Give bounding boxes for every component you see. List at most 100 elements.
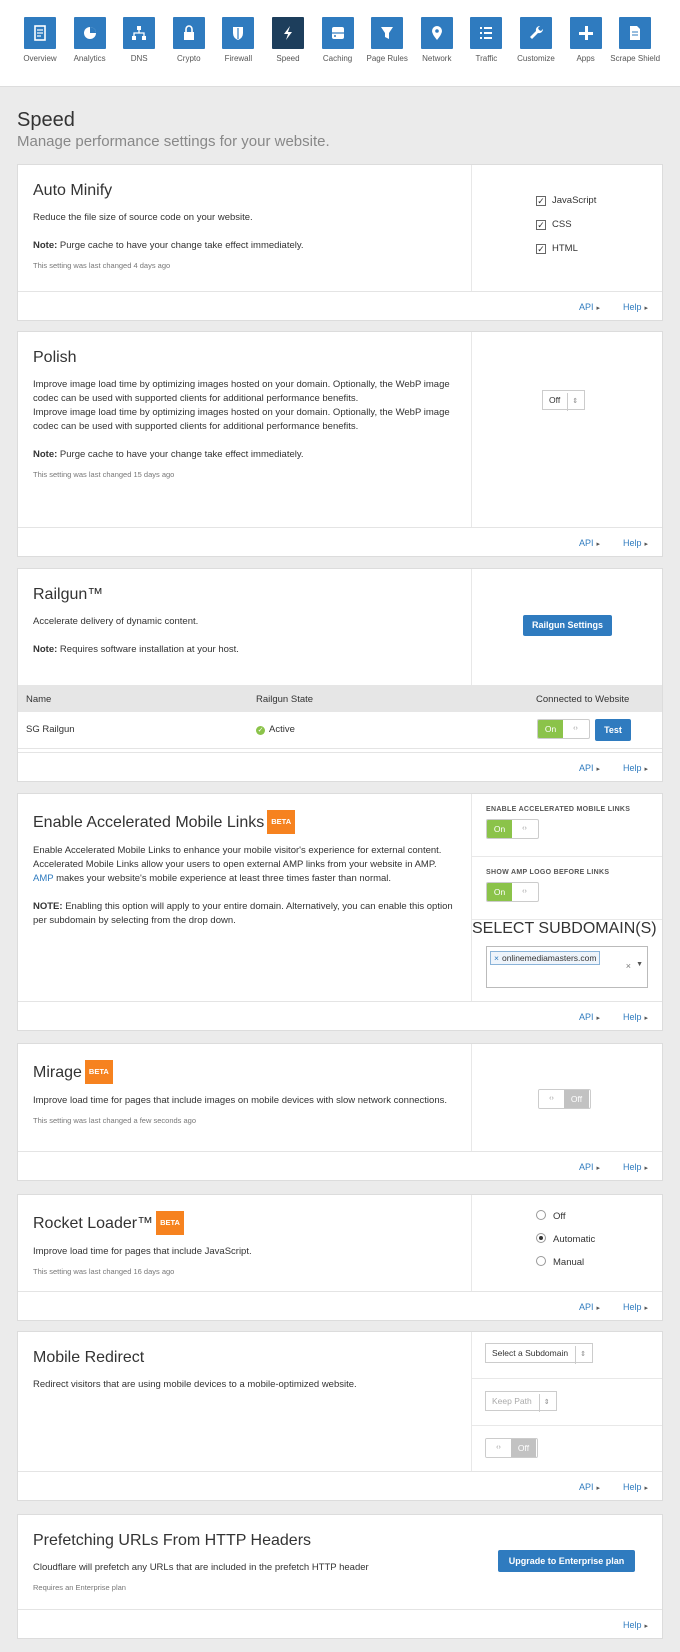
nav-item-scrape-shield[interactable]: Scrape Shield: [610, 17, 660, 77]
help-link[interactable]: Help ▸: [623, 1482, 648, 1492]
api-link[interactable]: API ▸: [579, 1302, 600, 1312]
enable-amp-toggle[interactable]: On ‹›: [486, 819, 539, 839]
dropdown-arrow-icon[interactable]: ▼: [636, 961, 643, 968]
nav-item-traffic[interactable]: Traffic: [461, 17, 511, 77]
keep-path-section: Keep Path ⇕: [472, 1379, 662, 1426]
api-link[interactable]: API ▸: [579, 538, 600, 548]
keep-path-select[interactable]: Keep Path ⇕: [485, 1391, 557, 1412]
checkbox-check-icon: ✓: [536, 244, 546, 254]
polish-info: Polish Improve image load time by optimi…: [18, 332, 471, 528]
help-link[interactable]: Help ▸: [623, 1620, 648, 1630]
railgun-settings-button[interactable]: Railgun Settings: [523, 615, 612, 636]
minify-javascript-checkbox[interactable]: ✓ JavaScript: [536, 195, 662, 219]
railgun-card: Railgun™ Accelerate delivery of dynamic …: [17, 568, 663, 782]
document-icon: [619, 17, 652, 49]
prefetch-requirement: Requires an Enterprise plan: [33, 1583, 126, 1592]
enable-amp-caption: ENABLE ACCELERATED MOBILE LINKS: [486, 806, 631, 813]
subdomain-section: SELECT SUBDOMAIN(S) × onlinemediamasters.…: [472, 920, 662, 1002]
nav-item-analytics[interactable]: Analytics: [65, 17, 115, 77]
auto-minify-card: Auto Minify Reduce the file size of sour…: [17, 164, 663, 321]
nav-label: Apps: [576, 54, 595, 63]
card-footer: API ▸ Help ▸: [18, 1001, 662, 1030]
table-row: SG Railgun ✓ Active On ‹› Test: [18, 712, 662, 749]
toggle-handle-icon: ‹›: [512, 883, 537, 901]
prefetch-card: Prefetching URLs From HTTP Headers Cloud…: [17, 1514, 663, 1639]
help-link[interactable]: Help ▸: [623, 302, 648, 312]
minify-html-checkbox[interactable]: ✓ HTML: [536, 243, 662, 267]
amp-logo-toggle[interactable]: On ‹›: [486, 882, 539, 902]
nav-item-apps[interactable]: Apps: [561, 17, 611, 77]
mirage-toggle[interactable]: ‹› Off: [538, 1089, 591, 1109]
card-footer: Help ▸: [18, 1609, 662, 1638]
help-link[interactable]: Help ▸: [623, 1012, 648, 1022]
nav-item-caching[interactable]: Caching: [313, 17, 363, 77]
toggle-handle-icon: ‹›: [563, 720, 588, 738]
clear-icon[interactable]: ×: [626, 961, 631, 971]
toggle-handle-icon: ‹›: [512, 820, 537, 838]
rocket-loader-title: Rocket Loader™ BETA: [33, 1211, 456, 1235]
amp-logo-section: SHOW AMP LOGO BEFORE LINKS On ‹›: [472, 857, 662, 920]
nav-item-dns[interactable]: DNS: [114, 17, 164, 77]
mobile-redirect-toggle[interactable]: ‹› Off: [485, 1438, 538, 1458]
nav-item-firewall[interactable]: Firewall: [213, 17, 263, 77]
select-arrows-icon: ⇕: [567, 393, 578, 411]
rocket-manual-radio[interactable]: Manual: [536, 1256, 662, 1279]
toggle-handle-icon: ‹›: [539, 1090, 564, 1108]
railgun-title: Railgun™: [33, 586, 104, 603]
api-link[interactable]: API ▸: [579, 1162, 600, 1172]
shield-icon: [222, 17, 255, 49]
mirage-description: Improve load time for pages that include…: [33, 1095, 447, 1106]
mobile-subdomain-select[interactable]: Select a Subdomain ⇕: [485, 1343, 593, 1364]
polish-controls: Off ⇕: [471, 332, 662, 528]
auto-minify-last-changed: This setting was last changed 4 days ago: [33, 261, 171, 270]
nav-label: Overview: [23, 54, 57, 63]
amp-link[interactable]: AMP: [33, 873, 53, 884]
api-link[interactable]: API ▸: [579, 1012, 600, 1022]
help-link[interactable]: Help ▸: [623, 1302, 648, 1312]
subdomain-tag: × onlinemediamasters.com: [490, 951, 601, 965]
remove-tag-icon[interactable]: ×: [494, 953, 499, 963]
top-navigation: Overview Analytics DNS Crypto Firewall Speed C…: [0, 0, 680, 87]
nav-item-speed[interactable]: Speed: [263, 17, 313, 77]
rocket-automatic-radio[interactable]: Automatic: [536, 1233, 662, 1256]
select-arrows-icon: ⇕: [538, 1394, 550, 1412]
nav-label: Network: [422, 54, 452, 63]
rocket-loader-last-changed: This setting was last changed 16 days ag…: [33, 1267, 175, 1276]
nav-item-page-rules[interactable]: Page Rules: [362, 17, 412, 77]
nav-label: Traffic: [475, 54, 498, 63]
upgrade-enterprise-button[interactable]: Upgrade to Enterprise plan: [498, 1550, 635, 1572]
api-link[interactable]: API ▸: [579, 302, 600, 312]
card-footer: API ▸ Help ▸: [18, 1471, 662, 1500]
nav-label: Page Rules: [366, 54, 408, 63]
enable-amp-section: ENABLE ACCELERATED MOBILE LINKS On ‹›: [472, 794, 662, 857]
column-header-connected: Connected to Website: [536, 694, 630, 705]
card-footer: API ▸ Help ▸: [18, 1151, 662, 1180]
amp-info: Enable Accelerated Mobile Links BETA Enab…: [18, 794, 471, 1002]
railgun-test-button[interactable]: Test: [595, 719, 631, 741]
toggle-handle-icon: ‹›: [486, 1439, 511, 1457]
amp-title: Enable Accelerated Mobile Links BETA: [33, 810, 456, 834]
nav-item-overview[interactable]: Overview: [15, 17, 65, 77]
select-arrows-icon: ⇕: [575, 1346, 586, 1364]
railgun-connected-toggle[interactable]: On ‹›: [537, 719, 590, 739]
api-link[interactable]: API ▸: [579, 1482, 600, 1492]
amp-logo-caption: SHOW AMP LOGO BEFORE LINKS: [486, 869, 610, 876]
auto-minify-note: Note: Purge cache to have your change ta…: [33, 240, 304, 251]
help-link[interactable]: Help ▸: [623, 538, 648, 548]
polish-select[interactable]: Off ⇕: [542, 390, 586, 411]
help-link[interactable]: Help ▸: [623, 1162, 648, 1172]
nav-item-crypto[interactable]: Crypto: [164, 17, 214, 77]
rocket-loader-controls: Off Automatic Manual: [471, 1195, 662, 1292]
checkbox-check-icon: ✓: [536, 196, 546, 206]
amp-note: NOTE: Enabling this option will apply to…: [33, 901, 453, 926]
nav-item-customize[interactable]: Customize: [511, 17, 561, 77]
card-footer: API ▸ Help ▸: [18, 291, 662, 320]
nav-label: Speed: [276, 54, 300, 63]
api-link[interactable]: API ▸: [579, 763, 600, 773]
rocket-off-radio[interactable]: Off: [536, 1210, 662, 1233]
rocket-loader-card: Rocket Loader™ BETA Improve load time for…: [17, 1194, 663, 1321]
subdomain-multiselect[interactable]: × onlinemediamasters.com × ▼: [486, 946, 648, 988]
help-link[interactable]: Help ▸: [623, 763, 648, 773]
nav-item-network[interactable]: Network: [412, 17, 462, 77]
minify-css-checkbox[interactable]: ✓ CSS: [536, 219, 662, 243]
